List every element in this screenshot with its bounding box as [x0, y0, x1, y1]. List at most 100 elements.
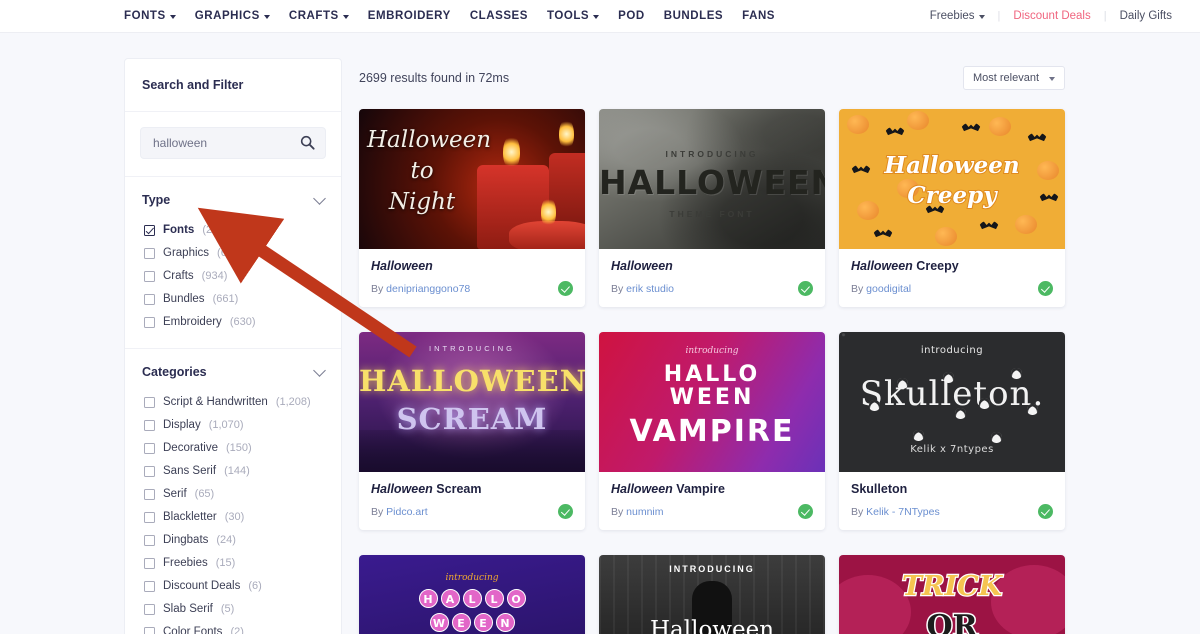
- primary-nav: FONTS GRAPHICS CRAFTS EMBROIDERY CLASSES TOOL…: [124, 10, 775, 22]
- results-grid: HalloweentoNight Halloween By deniprianggo…: [359, 109, 1065, 634]
- nav-right-item-discount-deals[interactable]: Discount Deals: [1013, 10, 1090, 22]
- filter-option-display[interactable]: Display(1,070): [142, 414, 324, 437]
- nav-item-crafts[interactable]: CRAFTS: [289, 10, 349, 22]
- filter-option-count: (144): [224, 465, 250, 477]
- filter-section-header[interactable]: Type: [142, 193, 324, 207]
- nav-item-embroidery[interactable]: EMBROIDERY: [368, 10, 451, 22]
- filter-option-color-fonts[interactable]: Color Fonts(2): [142, 621, 324, 634]
- author-link[interactable]: deniprianggono78: [386, 283, 470, 295]
- author-link[interactable]: Pidco.art: [386, 506, 427, 518]
- product-thumbnail[interactable]: TRICKORTREAT: [839, 555, 1065, 634]
- filter-section-header[interactable]: Categories: [142, 365, 324, 379]
- product-card[interactable]: introducingHALLOWEENVAMPIRE Halloween Vam…: [599, 332, 825, 530]
- filter-option-slab-serif[interactable]: Slab Serif(5): [142, 598, 324, 621]
- checkbox-icon[interactable]: [144, 466, 155, 477]
- filter-option-graphics[interactable]: Graphics(68,8: [142, 242, 324, 265]
- filter-option-fonts[interactable]: Fonts(2,699): [142, 219, 324, 242]
- product-thumbnail[interactable]: Halloween Creepy: [839, 109, 1065, 249]
- thumb-line2-text: WEEN: [359, 613, 585, 632]
- checkbox-icon[interactable]: [144, 317, 155, 328]
- filter-option-freebies[interactable]: Freebies(15): [142, 552, 324, 575]
- checkbox-icon[interactable]: [144, 535, 155, 546]
- nav-item-bundles[interactable]: BUNDLES: [664, 10, 723, 22]
- author-link[interactable]: numnim: [626, 506, 663, 518]
- nav-item-fans[interactable]: FANS: [742, 10, 775, 22]
- product-thumbnail[interactable]: INTRODUCINGHALLOWEENTHEME FONT: [599, 109, 825, 249]
- filter-option-embroidery[interactable]: Embroidery(630): [142, 311, 324, 334]
- thumb-line2-text: OR: [839, 609, 1065, 634]
- filter-option-blackletter[interactable]: Blackletter(30): [142, 506, 324, 529]
- author-link[interactable]: erik studio: [626, 283, 674, 295]
- product-title[interactable]: Halloween Scream: [371, 482, 573, 496]
- filter-option-dingbats[interactable]: Dingbats(24): [142, 529, 324, 552]
- product-card[interactable]: introducingHALLOWEENSKULL: [359, 555, 585, 634]
- search-input[interactable]: [141, 128, 325, 158]
- checkbox-icon[interactable]: [144, 397, 155, 408]
- chevron-down-icon: [593, 15, 599, 19]
- product-card[interactable]: TRICKORTREAT: [839, 555, 1065, 634]
- product-thumbnail[interactable]: introducingHALLOWEENVAMPIRE: [599, 332, 825, 472]
- checkbox-icon[interactable]: [144, 248, 155, 259]
- nav-item-graphics[interactable]: GRAPHICS: [195, 10, 270, 22]
- nav-item-classes[interactable]: CLASSES: [470, 10, 528, 22]
- chevron-down-icon[interactable]: [313, 364, 326, 377]
- filter-option-crafts[interactable]: Crafts(934): [142, 265, 324, 288]
- filter-option-decorative[interactable]: Decorative(150): [142, 437, 324, 460]
- checkbox-icon[interactable]: [144, 271, 155, 282]
- product-thumbnail[interactable]: INTRODUCINGHALLOWEENSCREAM: [359, 332, 585, 472]
- by-prefix: By: [611, 283, 626, 295]
- product-card[interactable]: HalloweentoNightHalloweenBy deniprianggo…: [359, 109, 585, 307]
- checkbox-icon[interactable]: [144, 420, 155, 431]
- filter-option-discount-deals[interactable]: Discount Deals(6): [142, 575, 324, 598]
- product-card[interactable]: INTRODUCINGHALLOWEENTHEME FONT Halloween B…: [599, 109, 825, 307]
- filter-option-label: Embroidery: [163, 316, 222, 328]
- product-card[interactable]: Halloween CreepyHalloween CreepyBy goodi…: [839, 109, 1065, 307]
- checkbox-icon[interactable]: [144, 558, 155, 569]
- filter-option-bundles[interactable]: Bundles(661): [142, 288, 324, 311]
- checkbox-icon[interactable]: [144, 489, 155, 500]
- nav-item-pod[interactable]: POD: [618, 10, 645, 22]
- thumb-intro-text: introducing: [359, 573, 585, 583]
- filter-option-sans-serif[interactable]: Sans Serif(144): [142, 460, 324, 483]
- nav-item-tools[interactable]: TOOLS: [547, 10, 599, 22]
- nav-right-item-label: Daily Gifts: [1120, 10, 1172, 22]
- thumb-intro-text: introducing: [839, 345, 1065, 356]
- filter-option-count: (1,070): [209, 419, 244, 431]
- product-title[interactable]: Halloween Creepy: [851, 259, 1053, 273]
- product-title[interactable]: Halloween: [611, 259, 813, 273]
- filter-option-serif[interactable]: Serif(65): [142, 483, 324, 506]
- results-count: 2699 results found in 72ms: [359, 71, 509, 85]
- product-thumbnail[interactable]: INTRODUCINGHalloween Costume: [599, 555, 825, 634]
- nav-right-item-daily-gifts[interactable]: Daily Gifts: [1120, 10, 1172, 22]
- skull-icon: [1027, 404, 1038, 415]
- author-link[interactable]: Kelik - 7NTypes: [866, 506, 940, 518]
- product-title-rest: Skulleton: [851, 482, 907, 496]
- nav-item-fonts[interactable]: FONTS: [124, 10, 176, 22]
- checkbox-icon[interactable]: [144, 294, 155, 305]
- product-title[interactable]: Skulleton: [851, 482, 1053, 496]
- search-box[interactable]: [140, 127, 326, 159]
- filter-option-script-handwritten[interactable]: Script & Handwritten(1,208): [142, 391, 324, 414]
- checkbox-icon[interactable]: [144, 512, 155, 523]
- nav-right-item-freebies[interactable]: Freebies: [930, 10, 985, 22]
- checkbox-checked-icon[interactable]: [144, 225, 155, 236]
- checkbox-icon[interactable]: [144, 627, 155, 634]
- product-title[interactable]: Halloween: [371, 259, 573, 273]
- product-thumbnail[interactable]: introducingSkulleton.Kelik x 7ntypes: [839, 332, 1065, 472]
- checkbox-icon[interactable]: [144, 443, 155, 454]
- product-title[interactable]: Halloween Vampire: [611, 482, 813, 496]
- chevron-down-icon[interactable]: [313, 192, 326, 205]
- product-thumbnail[interactable]: introducingHALLOWEENSKULL: [359, 555, 585, 634]
- product-card[interactable]: INTRODUCINGHalloween Costume: [599, 555, 825, 634]
- sort-dropdown[interactable]: Most relevant: [963, 66, 1065, 90]
- product-card[interactable]: introducingSkulleton.Kelik x 7ntypes Skul…: [839, 332, 1065, 530]
- product-thumbnail[interactable]: HalloweentoNight: [359, 109, 585, 249]
- checkbox-icon[interactable]: [144, 581, 155, 592]
- product-card[interactable]: INTRODUCINGHALLOWEENSCREAM Halloween Scre…: [359, 332, 585, 530]
- author-link[interactable]: goodigital: [866, 283, 911, 295]
- checkbox-icon[interactable]: [144, 604, 155, 615]
- search-icon[interactable]: [300, 135, 315, 150]
- verified-check-icon: [1038, 504, 1053, 519]
- nav-right-item-label: Freebies: [930, 10, 975, 22]
- filter-option-label: Bundles: [163, 293, 205, 305]
